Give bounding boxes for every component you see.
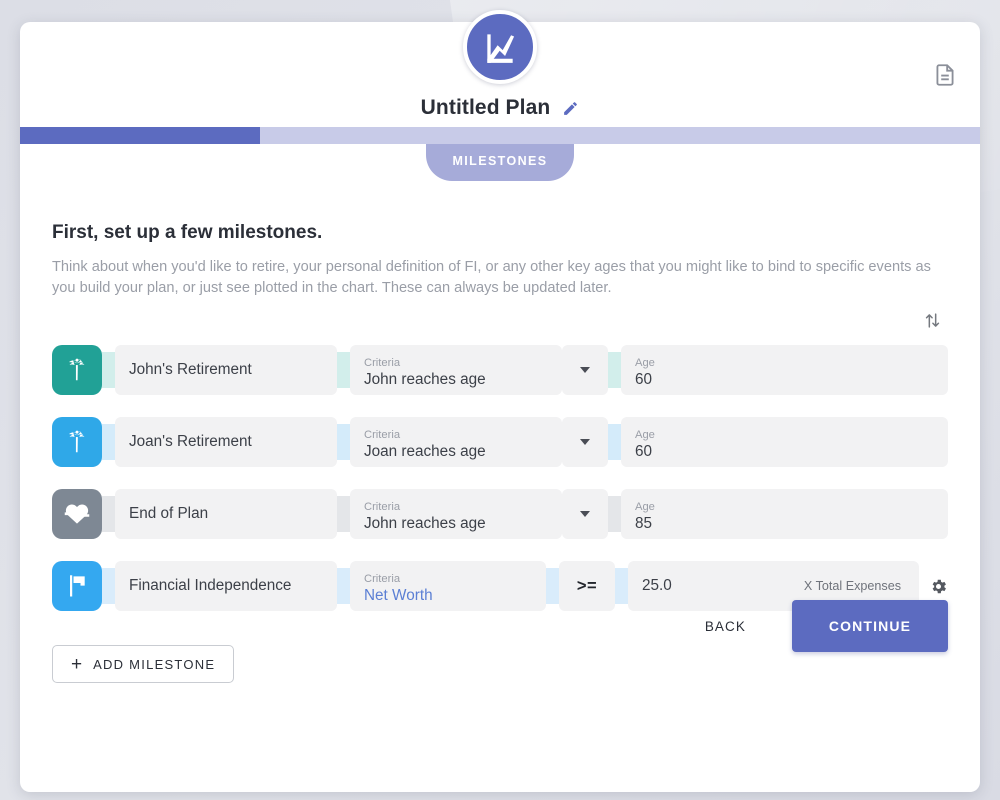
milestone-list: John's Retirement Criteria John reaches ag…: [52, 341, 948, 615]
page-title: Untitled Plan: [420, 96, 551, 119]
chevron-down-icon: [580, 367, 590, 373]
app-root: Untitled Plan MILESTONES First, set up a…: [0, 0, 1000, 800]
amount-value: 25.0: [642, 577, 672, 594]
wizard-progress-bar: [20, 127, 980, 144]
amount-suffix: X Total Expenses: [803, 579, 901, 593]
milestone-criteria-select[interactable]: Criteria Net Worth: [350, 561, 546, 611]
milestone-criteria-select[interactable]: Criteria Joan reaches age: [350, 417, 562, 467]
milestone-connector: [337, 424, 350, 460]
add-milestone-label: ADD MILESTONE: [93, 656, 216, 672]
stage-label: MILESTONES: [452, 154, 548, 168]
flag-icon: [63, 572, 91, 600]
milestone-icon-tile[interactable]: [52, 489, 102, 539]
milestone-row: Joan's Retirement Criteria Joan reaches ag…: [52, 413, 948, 471]
milestone-age-input[interactable]: Age 60: [621, 417, 948, 467]
milestone-age-input[interactable]: Age 60: [621, 345, 948, 395]
chevron-down-icon: [580, 511, 590, 517]
chevron-down-icon: [580, 439, 590, 445]
section-heading: First, set up a few milestones.: [52, 222, 323, 243]
plan-wizard-card: Untitled Plan MILESTONES First, set up a…: [20, 22, 980, 792]
age-value: 85: [635, 515, 653, 533]
stage-badge-milestones: MILESTONES: [426, 144, 574, 181]
age-label: Age: [635, 357, 655, 370]
milestone-connector: [608, 352, 621, 388]
milestone-name-value: Financial Independence: [129, 577, 292, 594]
milestone-name-value: John's Retirement: [129, 361, 252, 378]
criteria-dropdown-toggle[interactable]: [562, 417, 608, 467]
milestone-name-value: End of Plan: [129, 505, 209, 522]
age-label: Age: [635, 501, 655, 514]
milestone-name-input[interactable]: Joan's Retirement: [115, 417, 337, 467]
milestone-name-input[interactable]: Financial Independence: [115, 561, 337, 611]
heart-pulse-icon: [63, 500, 91, 528]
back-button[interactable]: BACK: [701, 609, 750, 644]
milestone-connector: [546, 568, 559, 604]
sort-row: [52, 309, 948, 339]
milestone-age-input[interactable]: Age 85: [621, 489, 948, 539]
criteria-value: Joan reaches age: [364, 443, 486, 461]
criteria-value: John reaches age: [364, 371, 486, 389]
milestone-name-value: Joan's Retirement: [129, 433, 252, 450]
age-value: 60: [635, 371, 653, 389]
milestone-connector: [608, 496, 621, 532]
palm-tree-icon: [63, 356, 91, 384]
continue-button[interactable]: CONTINUE: [792, 600, 948, 652]
add-milestone-button[interactable]: + ADD MILESTONE: [52, 645, 235, 683]
plus-icon: +: [71, 653, 83, 675]
milestone-connector: [337, 496, 350, 532]
milestone-criteria-select[interactable]: Criteria John reaches age: [350, 489, 562, 539]
card-footer: BACK CONTINUE: [701, 600, 948, 652]
milestone-name-input[interactable]: End of Plan: [115, 489, 337, 539]
criteria-label: Criteria: [364, 573, 401, 586]
milestone-icon-tile[interactable]: [52, 417, 102, 467]
comparison-operator-button[interactable]: >=: [559, 561, 615, 611]
milestone-connector: [615, 568, 628, 604]
criteria-dropdown-toggle[interactable]: [562, 489, 608, 539]
milestone-criteria-select[interactable]: Criteria John reaches age: [350, 345, 562, 395]
milestone-connector: [102, 424, 115, 460]
milestone-icon-tile[interactable]: [52, 561, 102, 611]
criteria-label: Criteria: [364, 501, 401, 514]
milestone-connector: [337, 568, 350, 604]
gear-icon[interactable]: [929, 577, 948, 596]
sort-arrows-icon[interactable]: [923, 311, 942, 330]
chart-zigzag-icon: [481, 28, 519, 66]
milestone-connector: [102, 568, 115, 604]
milestone-connector: [102, 496, 115, 532]
age-label: Age: [635, 429, 655, 442]
palm-tree-icon: [63, 428, 91, 456]
plan-title-group: Untitled Plan: [20, 96, 980, 120]
criteria-value: John reaches age: [364, 515, 486, 533]
milestone-connector: [102, 352, 115, 388]
section-description: Think about when you'd like to retire, y…: [52, 259, 931, 296]
app-logo: [463, 10, 537, 84]
milestone-row: John's Retirement Criteria John reaches ag…: [52, 341, 948, 399]
milestone-name-input[interactable]: John's Retirement: [115, 345, 337, 395]
criteria-value: Net Worth: [364, 587, 433, 605]
milestone-icon-tile[interactable]: [52, 345, 102, 395]
criteria-dropdown-toggle[interactable]: [562, 345, 608, 395]
criteria-label: Criteria: [364, 357, 401, 370]
milestone-row: End of Plan Criteria John reaches age Age 85: [52, 485, 948, 543]
pencil-icon[interactable]: [562, 100, 579, 117]
milestone-connector: [337, 352, 350, 388]
milestone-connector: [608, 424, 621, 460]
age-value: 60: [635, 443, 653, 461]
criteria-label: Criteria: [364, 429, 401, 442]
document-icon[interactable]: [932, 62, 958, 88]
progress-fill: [20, 127, 260, 144]
